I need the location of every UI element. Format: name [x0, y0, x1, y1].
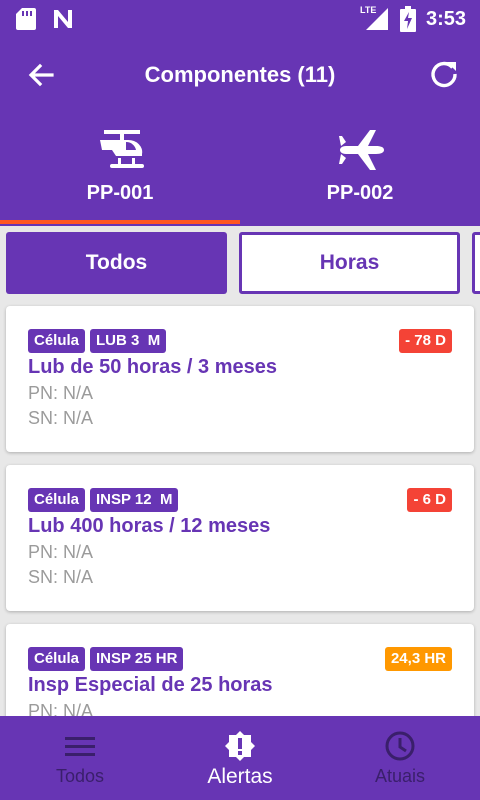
type-badge: Célula [28, 329, 86, 353]
page-title: Componentes (11) [144, 62, 336, 87]
tab-label: PP-001 [86, 182, 154, 204]
helicopter-icon [100, 130, 144, 168]
interval-badge: INSP 25 HR [90, 647, 184, 671]
filter-horas-button[interactable]: Horas [239, 232, 460, 294]
nav-label: Todos [55, 766, 105, 786]
airplane-icon [339, 130, 384, 170]
aircraft-tabs: PP-001 PP-002 [0, 112, 480, 226]
tab-pp-001[interactable]: PP-001 [0, 112, 240, 226]
lte-label: LTE [360, 5, 376, 15]
card-title: Lub de 50 horas / 3 meses [28, 356, 277, 378]
tab-label: PP-002 [326, 182, 394, 204]
badge-group: Célula LUB 3 M [28, 329, 167, 353]
part-number: PN: N/A [28, 383, 94, 403]
nav-todos[interactable]: Todos [0, 716, 160, 800]
component-card[interactable]: Célula LUB 3 M - 78 D Lub de 50 horas / … [6, 306, 474, 452]
status-bar: LTE 3:53 [0, 0, 480, 38]
lte-signal-icon: LTE [360, 5, 388, 30]
serial-number: SN: N/A [28, 408, 94, 428]
nav-label: Atuais [374, 766, 426, 786]
nav-atuais[interactable]: Atuais [320, 716, 480, 800]
refresh-icon[interactable] [428, 58, 460, 90]
battery-charging-icon [400, 6, 416, 32]
clock-icon [385, 731, 415, 761]
badge-group: Célula INSP 25 HR [28, 647, 184, 671]
tab-indicator [0, 220, 240, 224]
filter-bar: Todos Horas [0, 226, 480, 302]
serial-number: SN: N/A [28, 567, 94, 587]
due-badge: - 78 D [399, 329, 452, 353]
interval-badge: INSP 12 M [90, 488, 179, 512]
badge-group: Célula INSP 12 M [28, 488, 179, 512]
type-badge: Célula [28, 488, 86, 512]
type-badge: Célula [28, 647, 86, 671]
filter-todos-button[interactable]: Todos [6, 232, 227, 294]
menu-icon [65, 737, 95, 756]
component-card[interactable]: Célula INSP 12 M - 6 D Lub 400 horas / 1… [6, 465, 474, 611]
app-bar: Componentes (11) [0, 38, 480, 112]
due-badge: 24,3 HR [384, 647, 452, 671]
nav-alertas[interactable]: Alertas [160, 716, 320, 800]
alert-icon [225, 731, 255, 761]
due-badge: - 6 D [407, 488, 452, 512]
card-title: Insp Especial de 25 horas [28, 674, 273, 696]
card-title: Lub 400 horas / 12 meses [28, 515, 271, 537]
n-logo-icon [54, 10, 72, 28]
sd-card-icon [16, 8, 36, 30]
tab-pp-002[interactable]: PP-002 [240, 112, 480, 226]
filter-next-button[interactable] [472, 232, 480, 294]
nav-label: Alertas [207, 765, 273, 788]
bottom-navigation: Todos Alertas Atuais [0, 716, 480, 800]
part-number: PN: N/A [28, 542, 94, 562]
status-time: 3:53 [426, 8, 467, 30]
interval-badge: LUB 3 M [90, 329, 167, 353]
